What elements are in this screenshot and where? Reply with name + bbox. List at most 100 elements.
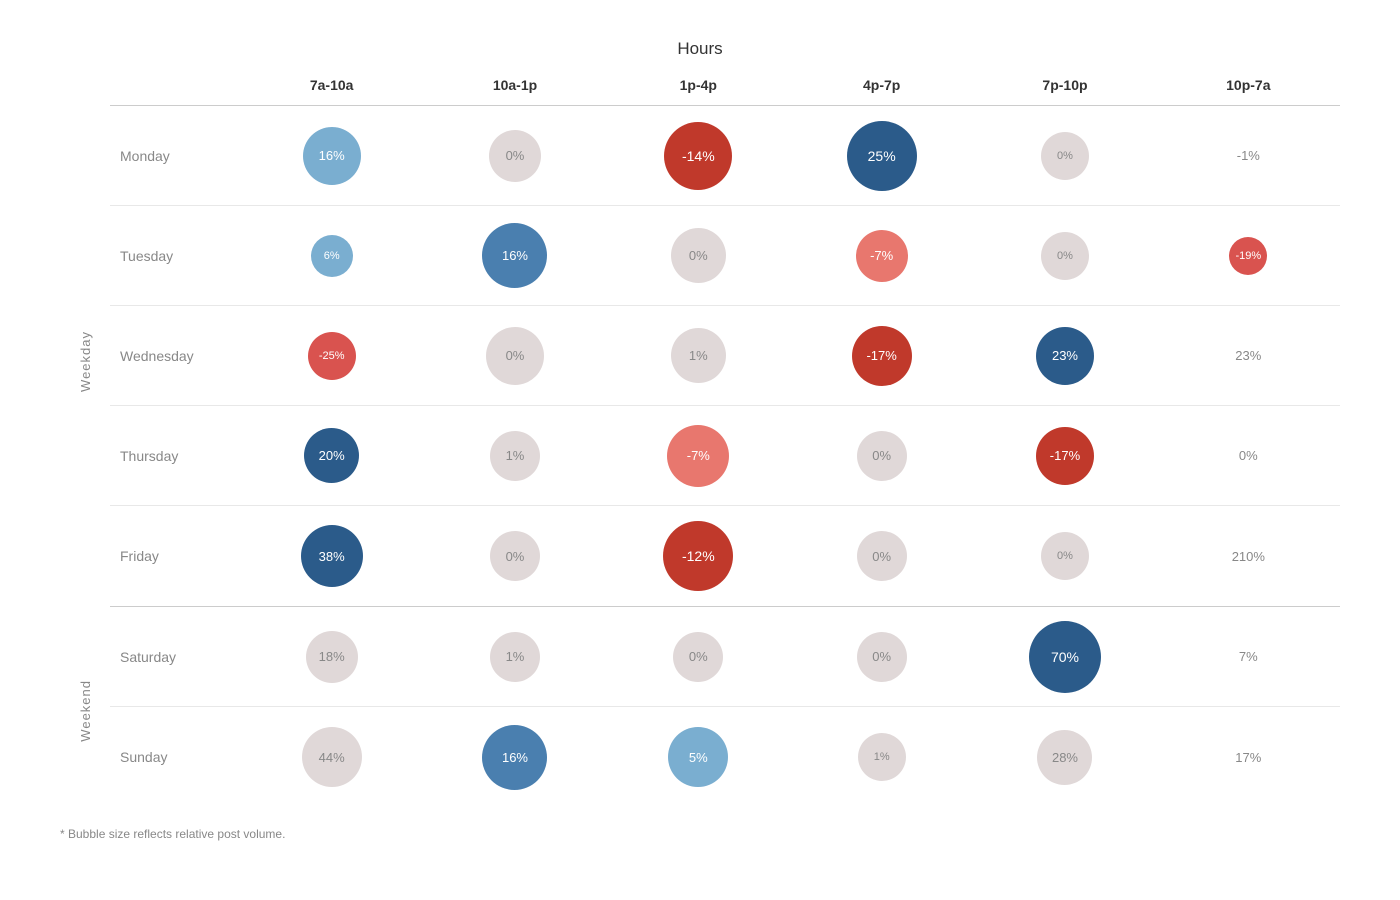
day-label-friday: Friday [110, 548, 240, 564]
bubble: 0% [857, 431, 907, 481]
weekend-label: Weekend [78, 680, 93, 742]
bubble: -7% [667, 425, 729, 487]
bubble: 0% [857, 632, 907, 682]
col-header-0: 7a-10a [240, 69, 423, 105]
cell-value: 17% [1235, 750, 1261, 765]
col-header-3: 4p-7p [790, 69, 973, 105]
cell-monday-5: -1% [1157, 148, 1340, 163]
cell-monday-0: 16% [240, 127, 423, 185]
bubble: -7% [856, 230, 908, 282]
cell-sunday-2: 5% [607, 727, 790, 787]
weekend-group: Saturday18%1%0%0%70%7%Sunday44%16%5%1%28… [110, 607, 1340, 807]
cell-saturday-1: 1% [423, 632, 606, 682]
cell-friday-4: 0% [973, 532, 1156, 580]
row-label-col: Weekday Weekend [60, 69, 110, 811]
cell-thursday-5: 0% [1157, 448, 1340, 463]
cell-sunday-1: 16% [423, 725, 606, 790]
cell-monday-1: 0% [423, 130, 606, 182]
chart-container: Hours Weekday Weekend 7a-10a 10a-1p 1p-4… [30, 19, 1370, 881]
bubble: 38% [301, 525, 363, 587]
weekday-label: Weekday [78, 331, 93, 392]
cell-wednesday-2: 1% [607, 328, 790, 383]
cell-sunday-5: 17% [1157, 750, 1340, 765]
cell-saturday-5: 7% [1157, 649, 1340, 664]
cell-tuesday-5: -19% [1157, 237, 1340, 275]
col-header-1: 10a-1p [423, 69, 606, 105]
bubble: -14% [664, 122, 732, 190]
cell-thursday-3: 0% [790, 431, 973, 481]
cell-saturday-3: 0% [790, 632, 973, 682]
weekday-group-label-cell: Weekday [60, 111, 110, 611]
chart-title: Hours [60, 39, 1340, 59]
table-row: Sunday44%16%5%1%28%17% [110, 707, 1340, 807]
cell-saturday-4: 70% [973, 621, 1156, 693]
col-header-2: 1p-4p [607, 69, 790, 105]
cell-wednesday-0: -25% [240, 332, 423, 380]
cell-tuesday-3: -7% [790, 230, 973, 282]
day-label-tuesday: Tuesday [110, 248, 240, 264]
cell-sunday-0: 44% [240, 727, 423, 787]
bubble: -19% [1229, 237, 1267, 275]
cell-saturday-2: 0% [607, 632, 790, 682]
table-row: Saturday 18% 1% 0% 0% 70% 7% [110, 607, 1340, 707]
bubble: 18% [306, 631, 358, 683]
cell-thursday-4: -17% [973, 427, 1156, 485]
bubble: 1% [671, 328, 726, 383]
bubble: -17% [852, 326, 912, 386]
table-row: Friday 38% 0% -12% 0% 0% 210% [110, 506, 1340, 606]
bubble: 23% [1036, 327, 1094, 385]
cell-sunday-3: 1% [790, 733, 973, 781]
bubble: 28% [1037, 730, 1092, 785]
bubble: 1% [490, 431, 540, 481]
cell-thursday-1: 1% [423, 431, 606, 481]
cell-value: -1% [1237, 148, 1260, 163]
bubble: 0% [671, 228, 726, 283]
cell-sunday-4: 28% [973, 730, 1156, 785]
col-headers: 7a-10a 10a-1p 1p-4p 4p-7p 7p-10p 10p-7a [110, 69, 1340, 106]
cell-tuesday-4: 0% [973, 232, 1156, 280]
bubble: 0% [857, 531, 907, 581]
cell-thursday-0: 20% [240, 428, 423, 483]
day-label-wednesday: Wednesday [110, 348, 240, 364]
bubble: 44% [302, 727, 362, 787]
bubble: 0% [673, 632, 723, 682]
weekday-group: Monday16%0%-14%25%0%-1%Tuesday6%16%0%-7%… [110, 106, 1340, 607]
col-header-5: 10p-7a [1157, 69, 1340, 105]
bubble: 0% [1041, 532, 1089, 580]
cell-tuesday-0: 6% [240, 235, 423, 277]
cell-value: 0% [1239, 448, 1258, 463]
bubble: 25% [847, 121, 917, 191]
cell-monday-4: 0% [973, 132, 1156, 180]
cell-friday-3: 0% [790, 531, 973, 581]
bubble: 0% [486, 327, 544, 385]
bubble: -12% [663, 521, 733, 591]
bubble: 0% [490, 531, 540, 581]
bubble: 16% [303, 127, 361, 185]
cell-tuesday-1: 16% [423, 223, 606, 288]
bubble: 70% [1029, 621, 1101, 693]
cell-monday-2: -14% [607, 122, 790, 190]
col-header-4: 7p-10p [973, 69, 1156, 105]
table-row: Tuesday 6% 16% 0% -7% 0% -19% [110, 206, 1340, 306]
weekend-group-label-cell: Weekend [60, 611, 110, 811]
bubble: 6% [311, 235, 353, 277]
bubble: 0% [489, 130, 541, 182]
table-row: Monday16%0%-14%25%0%-1% [110, 106, 1340, 206]
cell-wednesday-1: 0% [423, 327, 606, 385]
cell-monday-3: 25% [790, 121, 973, 191]
bubble: 16% [482, 725, 547, 790]
bubble: 0% [1041, 132, 1089, 180]
cell-friday-0: 38% [240, 525, 423, 587]
cell-thursday-2: -7% [607, 425, 790, 487]
cell-value: 210% [1232, 549, 1265, 564]
cell-friday-1: 0% [423, 531, 606, 581]
cell-friday-2: -12% [607, 521, 790, 591]
data-rows: Monday16%0%-14%25%0%-1%Tuesday6%16%0%-7%… [110, 106, 1340, 807]
cell-tuesday-2: 0% [607, 228, 790, 283]
bubble: 20% [304, 428, 359, 483]
table-row: Thursday20%1%-7%0%-17%0% [110, 406, 1340, 506]
cell-wednesday-4: 23% [973, 327, 1156, 385]
footnote: * Bubble size reflects relative post vol… [60, 827, 1340, 841]
bubble: 1% [490, 632, 540, 682]
day-label-saturday: Saturday [110, 649, 240, 665]
